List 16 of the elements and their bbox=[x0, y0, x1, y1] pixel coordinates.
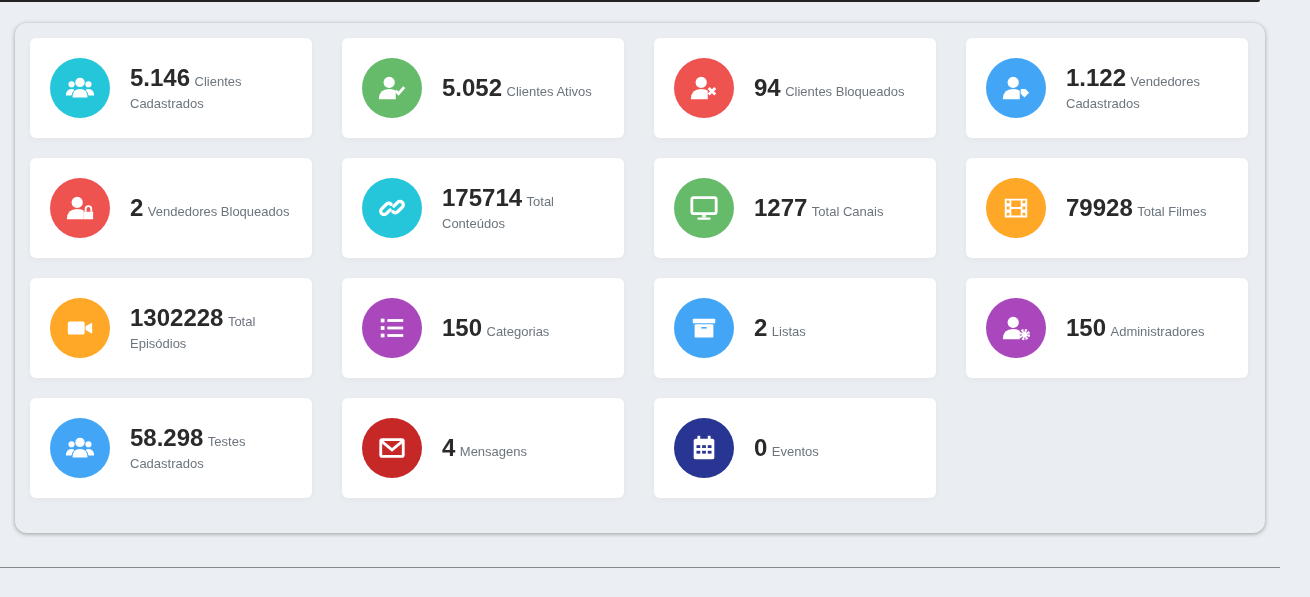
stat-text: 175714 Total Conteúdos bbox=[442, 184, 555, 232]
stat-text: 5.146 Clientes Cadastrados bbox=[130, 64, 243, 112]
stat-text: 79928 Total Filmes bbox=[1066, 193, 1207, 223]
stat-text: 1.122 Vendedores Cadastrados bbox=[1066, 64, 1201, 112]
monitor-icon bbox=[689, 193, 719, 223]
stat-text: 2 Listas bbox=[754, 313, 806, 343]
stat-text: 150 Categorias bbox=[442, 313, 550, 343]
stat-text: 0 Eventos bbox=[754, 433, 819, 463]
stat-text: 1302228 Total Episódios bbox=[130, 304, 257, 352]
stat-text: 58.298 Testes Cadastrados bbox=[130, 424, 247, 472]
stat-text: 150 Administradores bbox=[1066, 313, 1205, 343]
stat-text: 2 Vendedores Bloqueados bbox=[130, 193, 290, 223]
stat-text: 5.052 Clientes Ativos bbox=[442, 73, 592, 103]
stat-text: 1277 Total Canais bbox=[754, 193, 884, 223]
stat-text: 4 Mensagens bbox=[442, 433, 528, 463]
stat-text: 94 Clientes Bloqueados bbox=[754, 73, 905, 103]
